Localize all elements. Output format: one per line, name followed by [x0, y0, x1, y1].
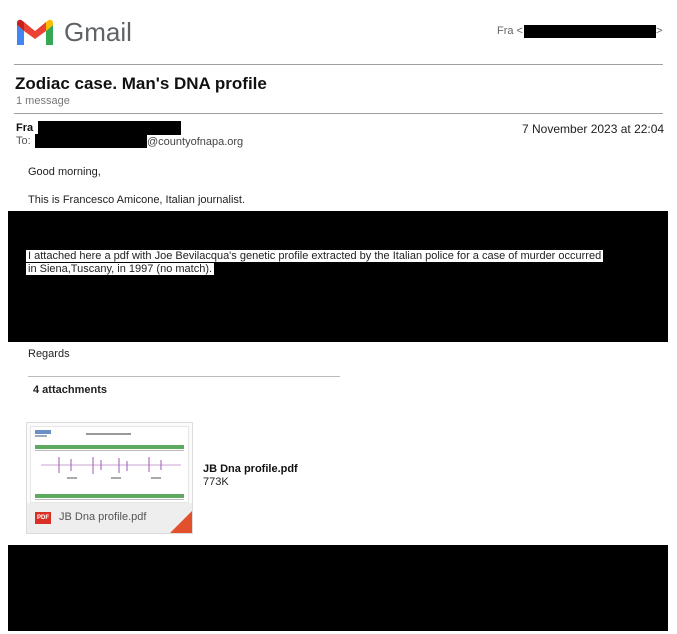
- greeting-text: Good morning,: [28, 166, 101, 178]
- pdf-icon: PDF: [35, 512, 51, 524]
- redacted-body-block-1: [8, 211, 668, 248]
- page-corner-icon: [170, 511, 192, 533]
- redacted-account-email: [524, 25, 656, 38]
- attached-text-line-2: in Siena,Tuscany, in 1997 (no match).: [26, 263, 215, 275]
- account-name: Fra <: [497, 25, 523, 37]
- attached-text-line-1: I attached here a pdf with Joe Bevilacqu…: [26, 250, 604, 262]
- attachment-name[interactable]: JB Dna profile.pdf: [203, 463, 298, 475]
- pdf-preview-icon: [35, 430, 184, 500]
- intro-text: This is Francesco Amicone, Italian journ…: [28, 194, 246, 206]
- attachments-divider: [28, 376, 340, 377]
- attachment-footer[interactable]: PDF JB Dna profile.pdf: [27, 503, 192, 533]
- attachment-thumbnail: [30, 426, 189, 503]
- redacted-sender-email: [38, 121, 181, 135]
- redacted-recipient-name: [35, 134, 147, 148]
- attachment-size: 773K: [203, 476, 229, 488]
- recipient-domain: @countyofnapa.org: [147, 136, 244, 148]
- recipient-label: To:: [16, 135, 31, 147]
- regards-text: Regards: [28, 348, 70, 360]
- subject-title: Zodiac case. Man's DNA profile: [15, 74, 267, 93]
- message-date: 7 November 2023 at 22:04: [522, 122, 665, 136]
- subject-divider: [14, 113, 663, 114]
- account-bracket: >: [656, 25, 663, 37]
- message-count: 1 message: [16, 95, 70, 107]
- attachments-heading: 4 attachments: [33, 384, 107, 396]
- attachment-card[interactable]: PDF JB Dna profile.pdf: [26, 422, 193, 534]
- gmail-logo-text: Gmail: [64, 17, 132, 47]
- header-divider: [14, 64, 663, 65]
- gmail-logo-icon: [17, 19, 53, 45]
- redacted-footer-block: [8, 545, 668, 631]
- attachment-footer-name: JB Dna profile.pdf: [59, 511, 147, 523]
- sender-name[interactable]: Fra: [16, 122, 33, 134]
